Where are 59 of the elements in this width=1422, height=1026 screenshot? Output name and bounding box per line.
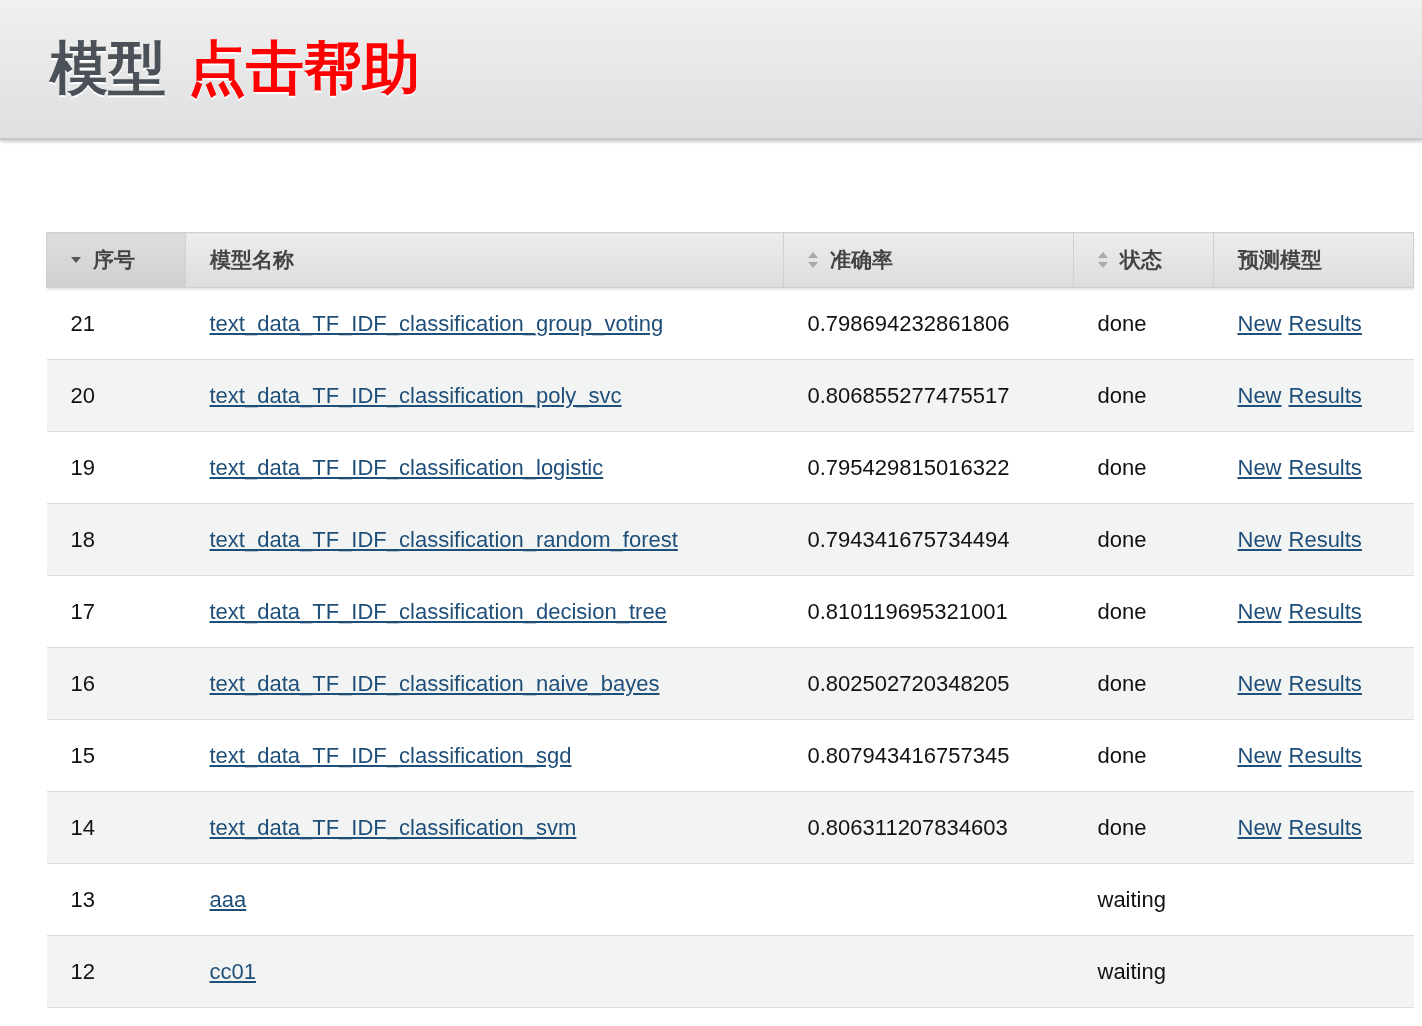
action-link[interactable]: New	[1237, 814, 1282, 841]
sort-icon[interactable]	[808, 252, 818, 268]
row-number: 18	[70, 526, 95, 552]
column-header[interactable]: 预测模型	[1213, 232, 1414, 288]
column-header[interactable]: 准确率	[783, 232, 1074, 288]
row-number: 12	[70, 958, 95, 984]
row-number: 15	[70, 742, 95, 768]
action-link[interactable]: New	[1237, 742, 1282, 769]
model-name-link[interactable]: cc01	[209, 958, 256, 984]
action-link[interactable]: New	[1237, 310, 1282, 337]
status-text: done	[1097, 670, 1147, 696]
accuracy-value: 0.802502720348205	[807, 670, 1010, 696]
action-link[interactable]: Results	[1288, 598, 1362, 625]
action-link[interactable]: Results	[1288, 454, 1362, 481]
status-text: done	[1097, 382, 1147, 408]
status-text: done	[1097, 598, 1147, 624]
status-text: done	[1097, 742, 1147, 768]
action-link[interactable]: Results	[1288, 814, 1362, 841]
model-name-link[interactable]: text_data_TF_IDF_classification_group_voting	[209, 310, 664, 336]
row-number: 19	[70, 454, 95, 480]
page-title: 模型	[50, 33, 166, 104]
accuracy-value: 0.795429815016322	[807, 454, 1010, 480]
column-header[interactable]: 模型名称	[185, 232, 784, 288]
action-link[interactable]: New	[1237, 670, 1282, 697]
accuracy-value: 0.807943416757345	[807, 742, 1010, 768]
status-text: done	[1097, 310, 1147, 336]
model-name-link[interactable]: text_data_TF_IDF_classification_decision_tree	[209, 598, 667, 624]
row-number: 20	[70, 382, 95, 408]
row-number: 14	[70, 814, 95, 840]
status-text: waiting	[1097, 958, 1166, 984]
model-name-link[interactable]: text_data_TF_IDF_classification_sgd	[209, 742, 572, 768]
status-text: done	[1097, 454, 1147, 480]
row-number: 21	[70, 310, 95, 336]
status-text: waiting	[1097, 886, 1166, 912]
action-link[interactable]: New	[1237, 454, 1282, 481]
action-link[interactable]: New	[1237, 598, 1282, 625]
accuracy-value: 0.806311207834603	[807, 814, 1008, 840]
action-link[interactable]: Results	[1288, 310, 1362, 337]
accuracy-value: 0.798694232861806	[807, 310, 1010, 336]
column-header[interactable]: 序号	[46, 232, 186, 288]
model-name-link[interactable]: aaa	[209, 886, 247, 912]
model-name-link[interactable]: text_data_TF_IDF_classification_logistic	[209, 454, 604, 480]
status-text: done	[1097, 814, 1147, 840]
accuracy-value: 0.810119695321001	[807, 598, 1008, 624]
action-link[interactable]: Results	[1288, 526, 1362, 553]
action-link[interactable]: New	[1237, 526, 1282, 553]
column-header[interactable]: 状态	[1073, 232, 1214, 288]
action-link[interactable]: Results	[1288, 670, 1362, 697]
status-text: done	[1097, 526, 1147, 552]
action-link[interactable]: Results	[1288, 382, 1362, 409]
row-number: 13	[70, 886, 95, 912]
sort-icon[interactable]	[1098, 252, 1108, 268]
action-link[interactable]: New	[1237, 382, 1282, 409]
row-number: 17	[70, 598, 95, 624]
action-link[interactable]: Results	[1288, 742, 1362, 769]
row-number: 16	[70, 670, 95, 696]
accuracy-value: 0.794341675734494	[807, 526, 1010, 552]
accuracy-value: 0.806855277475517	[807, 382, 1010, 408]
sort-desc-icon[interactable]	[71, 257, 81, 263]
